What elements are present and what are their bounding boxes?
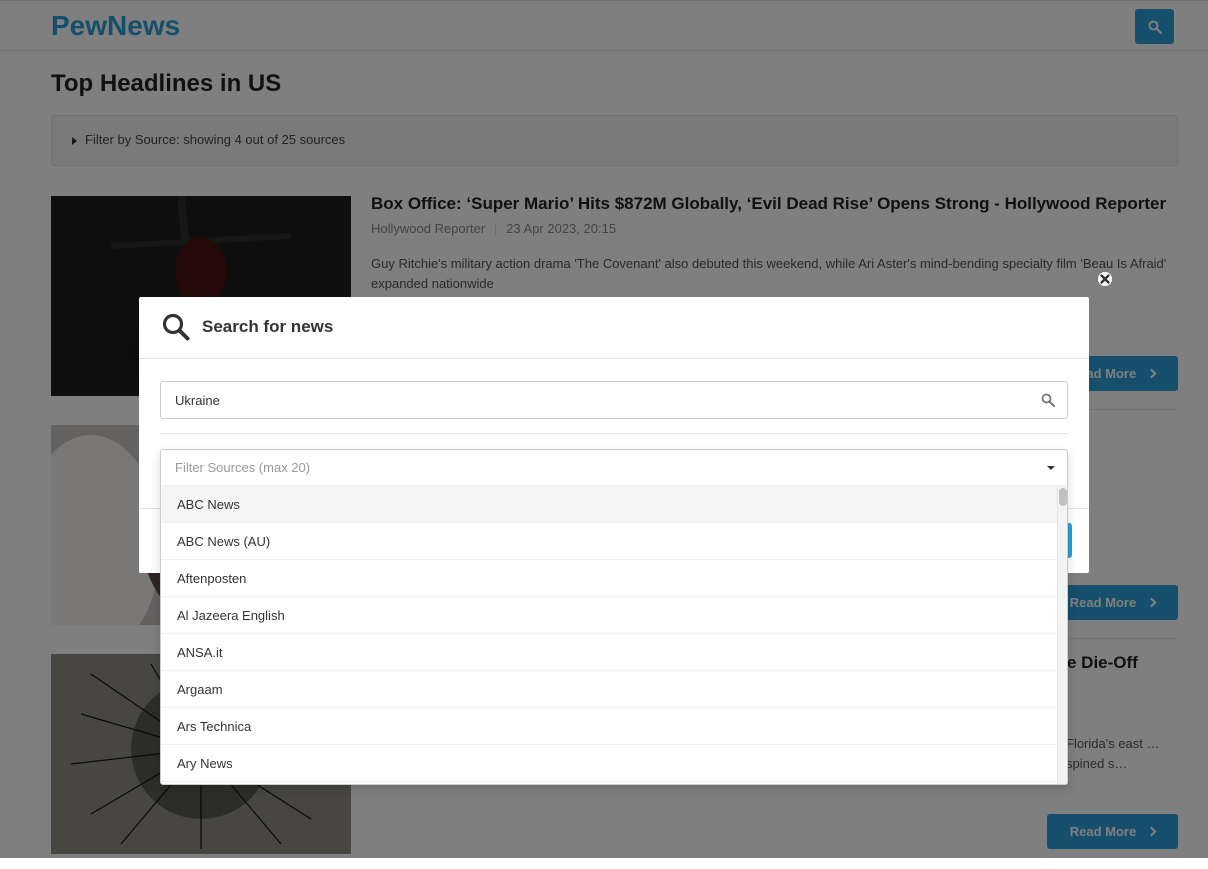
source-option[interactable]: ABC News <box>161 486 1057 523</box>
search-input[interactable] <box>161 382 1031 418</box>
source-option[interactable]: Al Jazeera English <box>161 597 1057 634</box>
search-icon <box>162 313 190 341</box>
caret-down-icon <box>1047 466 1055 470</box>
modal-title: Search for news <box>202 317 334 336</box>
scroll-thumb[interactable] <box>1059 488 1067 506</box>
source-filter-select[interactable]: Filter Sources (max 20) <box>161 450 1067 486</box>
source-option[interactable]: Argaam <box>161 671 1057 708</box>
dropdown-scrollbar[interactable] <box>1057 486 1067 784</box>
modal-header: Search for news <box>139 297 1089 359</box>
source-option[interactable]: ANSA.it <box>161 634 1057 671</box>
close-icon <box>1098 272 1112 286</box>
search-field <box>160 381 1068 419</box>
source-filter-dropdown[interactable]: Filter Sources (max 20) ABC News ABC New… <box>160 449 1068 785</box>
source-option[interactable]: Ars Technica <box>161 708 1057 745</box>
source-filter-placeholder: Filter Sources (max 20) <box>175 460 311 475</box>
modal-close-button[interactable] <box>1097 271 1113 287</box>
source-option[interactable]: ABC News (AU) <box>161 523 1057 560</box>
search-icon[interactable] <box>1041 393 1055 407</box>
source-options-list: ABC News ABC News (AU) Aftenposten Al Ja… <box>161 486 1057 784</box>
modal-separator <box>160 433 1068 434</box>
source-option[interactable]: Aftenposten <box>161 560 1057 597</box>
source-option[interactable]: Ary News <box>161 745 1057 782</box>
